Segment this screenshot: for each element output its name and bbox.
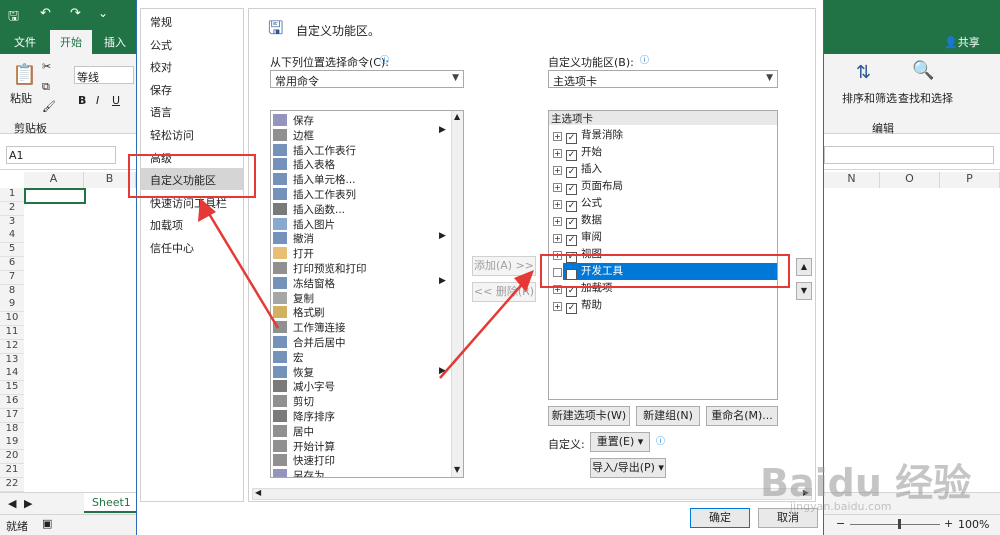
annotation-arrow-line: [439, 281, 525, 379]
baidu-logo-watermark: Baidu 经验: [760, 461, 972, 505]
watermark-url: jingyan.baidu.com: [790, 500, 892, 513]
annotation-arrow-line: [206, 211, 280, 329]
